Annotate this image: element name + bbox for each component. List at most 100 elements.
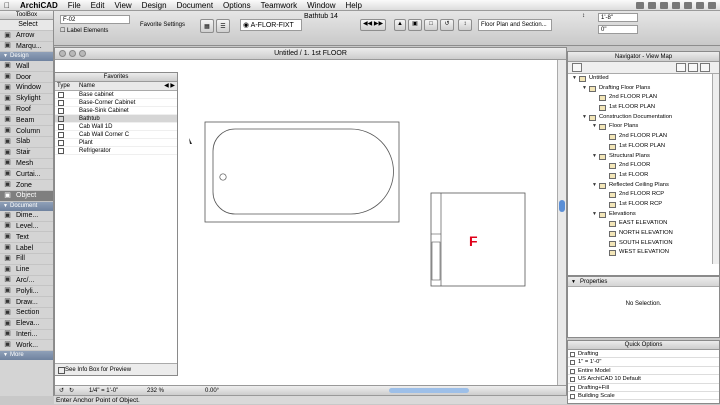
- tool-zone[interactable]: ▣ Zone: [0, 180, 53, 191]
- navigator-item[interactable]: ▼ Drafting Floor Plans: [568, 84, 719, 94]
- navigator-item[interactable]: ▼ Elevations: [568, 210, 719, 220]
- layer-settings-button[interactable]: ☰: [216, 19, 230, 33]
- object-nav-arrows[interactable]: ◀◀ ▶▶: [360, 19, 386, 31]
- properties-header[interactable]: Properties: [568, 277, 719, 287]
- project-map-icon[interactable]: [572, 63, 582, 72]
- disclosure-triangle-icon[interactable]: ▼: [592, 122, 597, 132]
- favorite-item[interactable]: Refrigerator: [55, 147, 177, 155]
- navigator-scrollbar[interactable]: [712, 74, 719, 264]
- tool-label[interactable]: ▣ Label: [0, 243, 53, 254]
- disclosure-triangle-icon[interactable]: ▼: [582, 113, 587, 123]
- tool-arrow[interactable]: ▣ Arrow: [0, 31, 53, 42]
- bathtub-basin[interactable]: [212, 128, 394, 215]
- minimize-icon[interactable]: [69, 50, 76, 57]
- navigator-item[interactable]: 2nd FLOOR: [568, 161, 719, 171]
- menu-view[interactable]: View: [114, 1, 131, 10]
- status-icon[interactable]: [660, 2, 668, 9]
- tool-dime[interactable]: ▣ Dime...: [0, 211, 53, 222]
- tool-roof[interactable]: ▣ Roof: [0, 105, 53, 116]
- bathtub-frame[interactable]: [204, 121, 400, 223]
- quick-option-row[interactable]: 1" = 1'-0": [568, 358, 719, 367]
- navigator-item[interactable]: WEST ELEVATION: [568, 248, 719, 258]
- layout-book-icon[interactable]: [688, 63, 698, 72]
- horizontal-scrollbar[interactable]: [389, 388, 469, 393]
- navigator-item[interactable]: 2nd FLOOR RCP: [568, 190, 719, 200]
- quick-option-row[interactable]: Drafting+Fill: [568, 384, 719, 392]
- rotate-button[interactable]: ↺: [440, 19, 454, 31]
- navigator-item[interactable]: ▼ Construction Documentation: [568, 113, 719, 123]
- disclosure-triangle-icon[interactable]: ▼: [592, 152, 597, 162]
- quick-option-row[interactable]: Entire Model: [568, 367, 719, 376]
- navigator-item[interactable]: 1st FLOOR RCP: [568, 200, 719, 210]
- tool-fill[interactable]: ▣ Fill: [0, 254, 53, 265]
- tool-wall[interactable]: ▣ Wall: [0, 61, 53, 73]
- col-nav-arrows[interactable]: ◀ ▶: [164, 82, 175, 91]
- favorite-item[interactable]: Base-Corner Cabinet: [55, 99, 177, 107]
- tool-line[interactable]: ▣ Line: [0, 265, 53, 276]
- navigator-item[interactable]: EAST ELEVATION: [568, 219, 719, 229]
- tool-door[interactable]: ▣ Door: [0, 72, 53, 83]
- tool-stair[interactable]: ▣ Stair: [0, 148, 53, 159]
- navigator-item[interactable]: 2nd FLOOR PLAN: [568, 93, 719, 103]
- tool-interi[interactable]: ▣ Interi...: [0, 330, 53, 341]
- elevation-button[interactable]: ↕: [458, 19, 472, 31]
- tool-draw[interactable]: ▣ Draw...: [0, 297, 53, 308]
- width-field[interactable]: 0": [598, 25, 638, 34]
- menu-document[interactable]: Document: [177, 1, 213, 10]
- disclosure-triangle-icon[interactable]: ▼: [582, 84, 587, 94]
- favorite-item[interactable]: Bathtub: [55, 115, 177, 123]
- quick-option-row[interactable]: Drafting: [568, 350, 719, 359]
- view-map-icon[interactable]: [676, 63, 686, 72]
- navigator-item[interactable]: 1st FLOOR: [568, 171, 719, 181]
- tool-slab[interactable]: ▣ Slab: [0, 137, 53, 148]
- menu-teamwork[interactable]: Teamwork: [261, 1, 297, 10]
- label-elements-checkbox[interactable]: ☐ Label Elements: [60, 27, 108, 34]
- tool-work[interactable]: ▣ Work...: [0, 340, 53, 352]
- status-icon[interactable]: [636, 2, 644, 9]
- status-icon[interactable]: [672, 2, 680, 9]
- tool-beam[interactable]: ▣ Beam: [0, 115, 53, 127]
- favorite-item[interactable]: Cab Wall 1D: [55, 123, 177, 131]
- apple-menu-icon[interactable]: : [4, 1, 10, 10]
- status-icon[interactable]: [684, 2, 692, 9]
- tool-polyli[interactable]: ▣ Polyli...: [0, 286, 53, 298]
- tool-object[interactable]: ▣ Object: [0, 190, 53, 202]
- document-header[interactable]: Document: [0, 201, 53, 211]
- tool-marqu[interactable]: ▣ Marqu...: [0, 42, 53, 53]
- navigator-item[interactable]: NORTH ELEVATION: [568, 229, 719, 239]
- favorites-footer[interactable]: See Info Box for Preview: [55, 363, 177, 375]
- navigator-item[interactable]: 1st FLOOR PLAN: [568, 103, 719, 113]
- favorite-settings-label[interactable]: Favorite Settings: [140, 22, 185, 28]
- status-icon[interactable]: [708, 2, 716, 9]
- vertical-scrollbar[interactable]: [557, 60, 566, 385]
- status-icon[interactable]: [648, 2, 656, 9]
- tool-eleva[interactable]: ▣ Eleva...: [0, 319, 53, 330]
- status-icon[interactable]: [696, 2, 704, 9]
- menu-window[interactable]: Window: [307, 1, 335, 10]
- tool-arc[interactable]: ▣ Arc/...: [0, 276, 53, 287]
- navigator-item[interactable]: 1st FLOOR PLAN: [568, 142, 719, 152]
- object-settings-button[interactable]: ▦: [200, 19, 214, 33]
- mirror-button[interactable]: ▲: [394, 19, 406, 31]
- floor-plan-section-button[interactable]: Floor Plan and Section...: [478, 19, 552, 31]
- tool-skylight[interactable]: ▣ Skylight: [0, 94, 53, 105]
- more-header[interactable]: More: [0, 351, 53, 361]
- navigator-item[interactable]: SOUTH ELEVATION: [568, 239, 719, 249]
- favorite-item[interactable]: Base-Sink Cabinet: [55, 107, 177, 115]
- tool-level[interactable]: ▣ Level...: [0, 222, 53, 233]
- tool-curtai[interactable]: ▣ Curtai...: [0, 169, 53, 181]
- close-icon[interactable]: [59, 50, 66, 57]
- refrigerator-frame[interactable]: [430, 192, 526, 287]
- menu-help[interactable]: Help: [346, 1, 362, 10]
- menu-options[interactable]: Options: [223, 1, 251, 10]
- favorite-item[interactable]: Base cabinet: [55, 91, 177, 99]
- tool-mesh[interactable]: ▣ Mesh: [0, 159, 53, 170]
- menu-file[interactable]: File: [68, 1, 81, 10]
- scroll-thumb[interactable]: [559, 200, 565, 212]
- favorite-item[interactable]: Plant: [55, 139, 177, 147]
- navigator-item[interactable]: ▼ Structural Plans: [568, 152, 719, 162]
- tool-text[interactable]: ▣ Text: [0, 232, 53, 244]
- navigator-item[interactable]: ▼ Untitled: [568, 74, 719, 84]
- menu-design[interactable]: Design: [142, 1, 167, 10]
- menu-app[interactable]: ArchiCAD: [20, 1, 58, 10]
